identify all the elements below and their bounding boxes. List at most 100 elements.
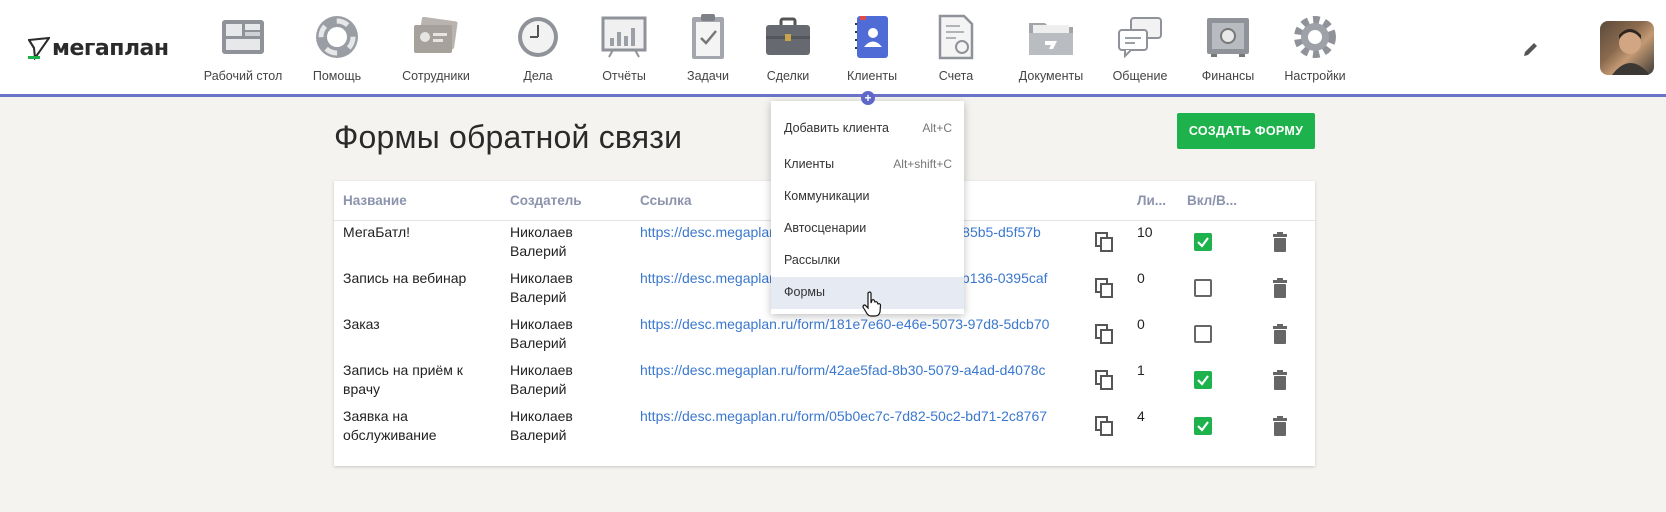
create-form-button[interactable]: СОЗДАТЬ ФОРМУ xyxy=(1177,113,1315,149)
enabled-checkbox[interactable] xyxy=(1194,325,1212,343)
nav-label: Сотрудники xyxy=(402,69,470,83)
enabled-checkbox[interactable] xyxy=(1194,417,1212,435)
leads-count: 4 xyxy=(1137,408,1145,424)
copy-icon[interactable] xyxy=(1095,416,1113,436)
nav-item-communication[interactable]: Общение xyxy=(1110,12,1170,88)
menu-item-label: Автосценарии xyxy=(784,221,867,235)
nav-label: Настройки xyxy=(1284,69,1346,83)
leads-count: 0 xyxy=(1137,270,1145,286)
form-creator: Николаев Валерий xyxy=(510,270,573,305)
copy-icon[interactable] xyxy=(1095,370,1113,390)
nav-item-finance[interactable]: Финансы xyxy=(1198,12,1258,88)
nav-item-desktop[interactable]: Рабочий стол xyxy=(200,12,286,88)
form-name[interactable]: Заказ xyxy=(343,315,503,334)
pencil-icon xyxy=(1524,43,1537,56)
nav-item-clients[interactable]: Клиенты xyxy=(842,12,902,88)
avatar[interactable] xyxy=(1600,21,1654,75)
trash-icon[interactable] xyxy=(1272,370,1288,390)
form-name[interactable]: МегаБатл! xyxy=(343,223,503,242)
nav-label: Рабочий стол xyxy=(203,69,283,83)
menu-item-clients[interactable]: Клиенты Alt+shift+C xyxy=(771,149,964,181)
leads-count: 0 xyxy=(1137,316,1145,332)
form-creator: Николаев Валерий xyxy=(510,316,573,351)
contacts-book-icon xyxy=(847,12,897,62)
trash-icon[interactable] xyxy=(1272,232,1288,252)
hand-cursor-icon xyxy=(862,291,882,317)
form-name[interactable]: Запись на вебинар xyxy=(343,269,503,288)
check-icon xyxy=(1197,237,1209,248)
form-creator: Николаев Валерий xyxy=(510,362,573,397)
column-header-name[interactable]: Название xyxy=(343,193,407,208)
nav-label: Общение xyxy=(1112,69,1168,83)
safe-icon xyxy=(1203,12,1253,62)
trash-icon[interactable] xyxy=(1272,324,1288,344)
menu-item-autoscenarios[interactable]: Автосценарии xyxy=(771,213,964,245)
menu-item-label: Формы xyxy=(784,285,825,299)
column-header-creator[interactable]: Создатель xyxy=(510,193,582,208)
nav-label: Сделки xyxy=(766,69,810,83)
menu-item-label: Рассылки xyxy=(784,253,841,267)
enabled-checkbox[interactable] xyxy=(1194,371,1212,389)
form-name[interactable]: Заявка на обслуживание xyxy=(343,407,463,445)
enabled-checkbox[interactable] xyxy=(1194,279,1212,297)
menu-item-shortcut: Alt+C xyxy=(922,121,952,135)
trash-icon[interactable] xyxy=(1272,278,1288,298)
add-plus-icon[interactable]: + xyxy=(861,91,875,105)
menu-item-label: Коммуникации xyxy=(784,189,870,203)
invoice-icon xyxy=(931,12,981,62)
table-row: Заказ Николаев Валерий https://desc.mega… xyxy=(334,315,1315,361)
enabled-checkbox[interactable] xyxy=(1194,233,1212,251)
column-header-enabled[interactable]: Вкл/В... xyxy=(1187,193,1237,208)
form-link[interactable]: https://desc.megaplan.ru/form/05b0ec7c-7… xyxy=(640,407,1070,426)
nav-label: Задачи xyxy=(687,69,729,83)
check-icon xyxy=(1197,375,1209,386)
copy-icon[interactable] xyxy=(1095,278,1113,298)
chart-board-icon xyxy=(599,12,649,62)
nav-item-employees[interactable]: Сотрудники xyxy=(386,12,486,88)
nav-item-affairs[interactable]: Дела xyxy=(508,12,568,88)
column-header-link[interactable]: Ссылка xyxy=(640,193,691,208)
page-title: Формы обратной связи xyxy=(334,119,683,155)
nav-label: Помощь xyxy=(312,69,362,83)
menu-item-add-client[interactable]: Добавить клиента Alt+C xyxy=(771,113,964,145)
nav-label: Клиенты xyxy=(846,69,898,83)
lifebuoy-icon xyxy=(312,12,362,62)
clipboard-icon xyxy=(683,12,733,62)
nav-item-invoices[interactable]: Счета xyxy=(926,12,986,88)
clients-dropdown-menu: Добавить клиента Alt+C Клиенты Alt+shift… xyxy=(771,101,964,314)
nav-item-settings[interactable]: Настройки xyxy=(1284,12,1346,88)
chat-icon xyxy=(1115,12,1165,62)
nav-item-deals[interactable]: Сделки xyxy=(758,12,818,88)
table-row: Заявка на обслуживание Николаев Валерий … xyxy=(334,407,1315,453)
menu-item-communications[interactable]: Коммуникации xyxy=(771,181,964,213)
copy-icon[interactable] xyxy=(1095,232,1113,252)
menu-item-mailings[interactable]: Рассылки xyxy=(771,245,964,277)
nav-label: Отчёты xyxy=(602,69,646,83)
check-icon xyxy=(1197,421,1209,432)
clock-icon xyxy=(513,12,563,62)
menu-item-label: Клиенты xyxy=(784,157,835,171)
logo-text: мегаплан xyxy=(52,35,169,61)
user-photo-icon xyxy=(1612,29,1650,75)
menu-item-shortcut: Alt+shift+C xyxy=(893,157,952,171)
paper-plane-logo-icon xyxy=(28,36,50,60)
form-creator: Николаев Валерий xyxy=(510,408,573,443)
edit-button[interactable] xyxy=(1520,38,1542,60)
gear-icon xyxy=(1290,12,1340,62)
form-link[interactable]: https://desc.megaplan.ru/form/181e7e60-e… xyxy=(640,315,1070,334)
column-header-leads[interactable]: Ли... xyxy=(1137,193,1166,208)
nav-label: Документы xyxy=(1018,69,1084,83)
copy-icon[interactable] xyxy=(1095,324,1113,344)
leads-count: 10 xyxy=(1137,224,1153,240)
form-link[interactable]: https://desc.megaplan.ru/form/42ae5fad-8… xyxy=(640,361,1070,380)
nav-item-tasks[interactable]: Задачи xyxy=(678,12,738,88)
nav-item-documents[interactable]: Документы xyxy=(1014,12,1088,88)
logo[interactable]: мегаплан xyxy=(28,34,169,62)
menu-item-label: Добавить клиента xyxy=(784,121,889,135)
form-name[interactable]: Запись на приём к врачу xyxy=(343,361,473,399)
briefcase-icon xyxy=(763,12,813,62)
nav-item-reports[interactable]: Отчёты xyxy=(592,12,656,88)
nav-item-help[interactable]: Помощь xyxy=(300,12,374,88)
nav-label: Финансы xyxy=(1201,69,1255,83)
trash-icon[interactable] xyxy=(1272,416,1288,436)
